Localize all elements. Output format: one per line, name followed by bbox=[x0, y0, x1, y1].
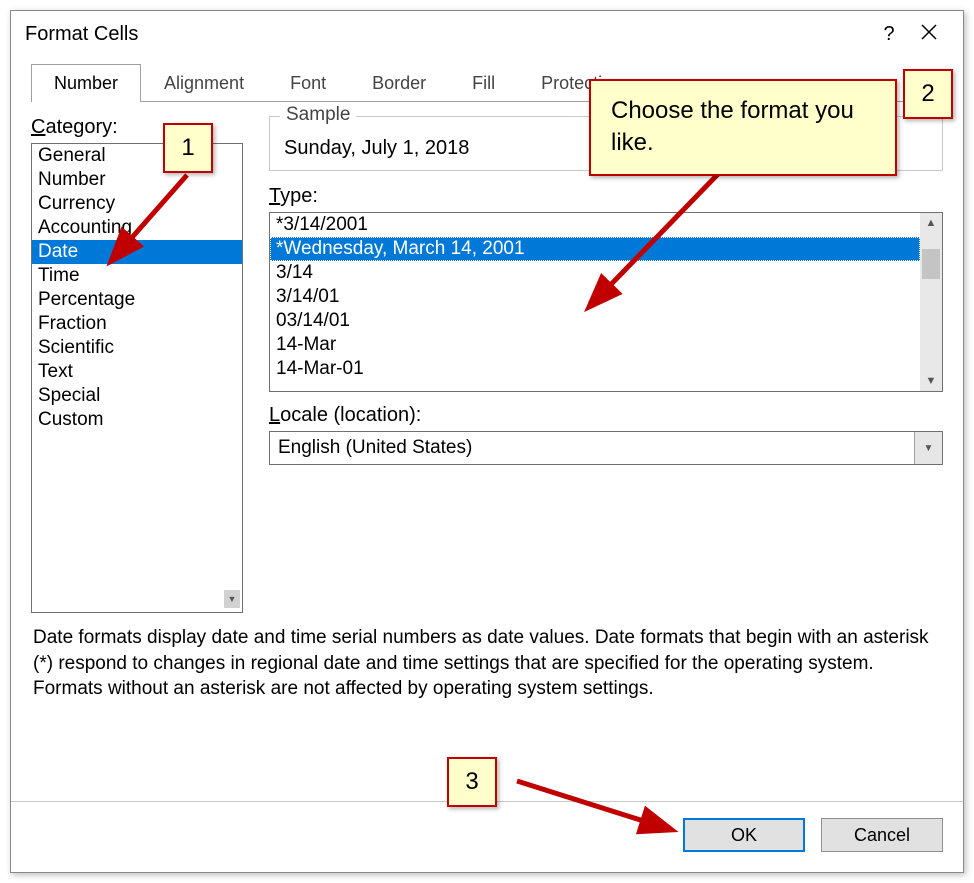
category-item-currency[interactable]: Currency bbox=[32, 192, 242, 216]
chevron-down-icon: ▼ bbox=[914, 432, 942, 464]
annotation-step-1: 1 bbox=[163, 123, 213, 173]
category-item-text[interactable]: Text bbox=[32, 360, 242, 384]
cancel-button[interactable]: Cancel bbox=[821, 818, 943, 852]
annotation-step-2: 2 bbox=[903, 69, 953, 119]
type-label: Type: bbox=[269, 185, 943, 208]
type-item[interactable]: 03/14/01 bbox=[270, 309, 920, 333]
category-item-percentage[interactable]: Percentage bbox=[32, 288, 242, 312]
category-item-scientific[interactable]: Scientific bbox=[32, 336, 242, 360]
category-item-time[interactable]: Time bbox=[32, 264, 242, 288]
tab-alignment[interactable]: Alignment bbox=[141, 64, 267, 102]
tab-number[interactable]: Number bbox=[31, 64, 141, 102]
annotation-step-3: 3 bbox=[447, 757, 497, 807]
ok-button[interactable]: OK bbox=[683, 818, 805, 852]
locale-dropdown[interactable]: English (United States) ▼ bbox=[269, 431, 943, 465]
tab-fill[interactable]: Fill bbox=[449, 64, 518, 102]
format-cells-dialog: Format Cells ? Number Alignment Font Bor… bbox=[10, 10, 964, 873]
close-button[interactable] bbox=[909, 23, 949, 46]
type-item[interactable]: 14-Mar bbox=[270, 333, 920, 357]
tab-font[interactable]: Font bbox=[267, 64, 349, 102]
category-item-date[interactable]: Date bbox=[32, 240, 242, 264]
tab-border[interactable]: Border bbox=[349, 64, 449, 102]
format-description: Date formats display date and time seria… bbox=[31, 619, 943, 702]
type-item[interactable]: *3/14/2001 bbox=[270, 213, 920, 237]
titlebar: Format Cells ? bbox=[11, 11, 963, 57]
dialog-title: Format Cells bbox=[25, 23, 138, 46]
right-column: Sample Sunday, July 1, 2018 Type: *3/14/… bbox=[269, 116, 943, 613]
category-item-fraction[interactable]: Fraction bbox=[32, 312, 242, 336]
type-item[interactable]: 14-Mar-01 bbox=[270, 357, 920, 381]
type-scrollbar[interactable]: ▲ ▼ bbox=[920, 213, 942, 391]
category-listbox[interactable]: General Number Currency Accounting Date … bbox=[31, 143, 243, 613]
category-scroll-down[interactable]: ▼ bbox=[224, 590, 240, 608]
number-pane: Category: General Number Currency Accoun… bbox=[31, 102, 943, 613]
scroll-down-icon[interactable]: ▼ bbox=[926, 371, 937, 391]
scroll-thumb[interactable] bbox=[922, 249, 940, 279]
category-column: Category: General Number Currency Accoun… bbox=[31, 116, 243, 613]
close-icon bbox=[921, 24, 937, 40]
sample-value: Sunday, July 1, 2018 bbox=[284, 137, 469, 159]
type-item[interactable]: *Wednesday, March 14, 2001 bbox=[270, 237, 920, 261]
scroll-up-icon[interactable]: ▲ bbox=[926, 213, 937, 233]
annotation-tip: Choose the format you like. bbox=[589, 79, 897, 176]
type-item[interactable]: 3/14 bbox=[270, 261, 920, 285]
type-item[interactable]: 3/14/01 bbox=[270, 285, 920, 309]
type-listbox[interactable]: *3/14/2001 *Wednesday, March 14, 2001 3/… bbox=[269, 212, 943, 392]
locale-value: English (United States) bbox=[278, 437, 472, 459]
category-item-custom[interactable]: Custom bbox=[32, 408, 242, 432]
category-item-accounting[interactable]: Accounting bbox=[32, 216, 242, 240]
button-row: OK Cancel bbox=[11, 801, 963, 872]
locale-label: Locale (location): bbox=[269, 404, 943, 427]
sample-label: Sample bbox=[280, 104, 356, 126]
help-button[interactable]: ? bbox=[869, 23, 909, 46]
content-area: Number Alignment Font Border Fill Protec… bbox=[11, 57, 963, 801]
category-item-special[interactable]: Special bbox=[32, 384, 242, 408]
